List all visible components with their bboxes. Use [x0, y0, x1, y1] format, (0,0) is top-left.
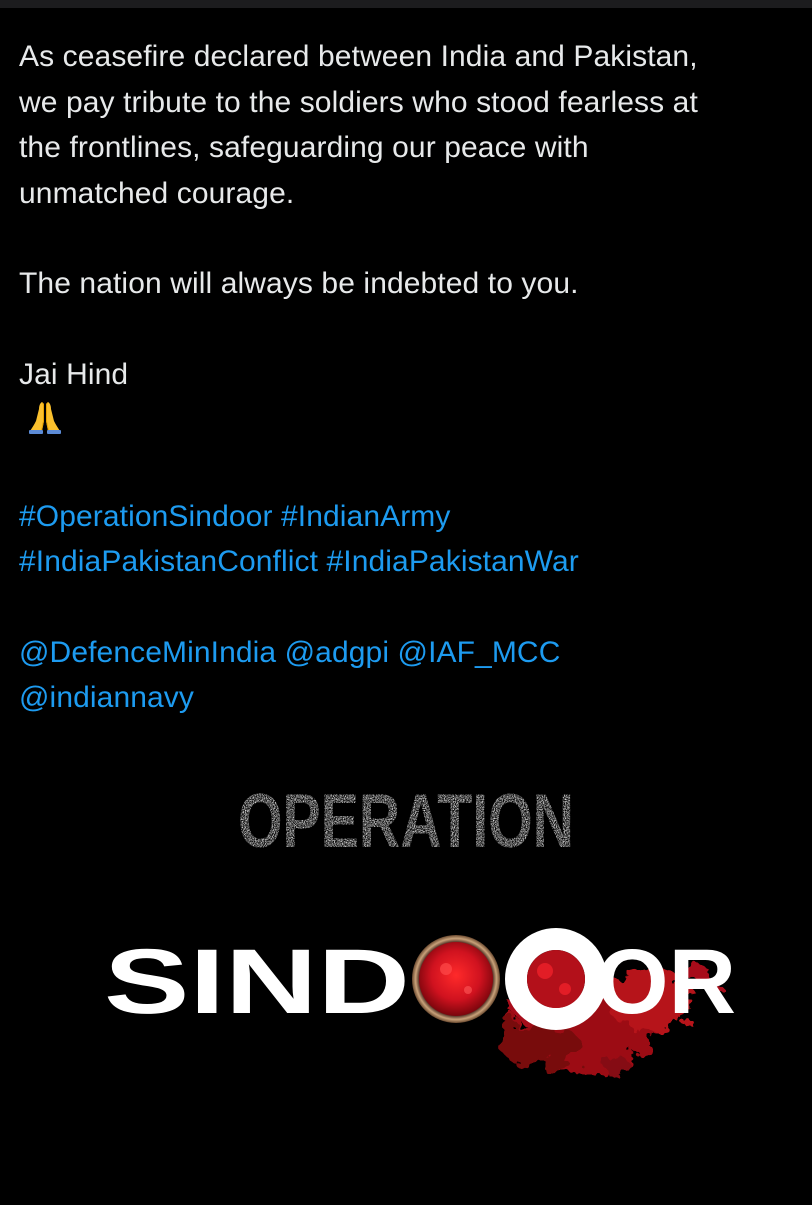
sindoor-bowl-icon	[412, 935, 500, 1023]
tweet-line: we pay tribute to the soldiers who stood…	[19, 85, 698, 119]
jai-hind-line: Jai Hind	[19, 352, 794, 398]
tweet-text: As ceasefire declared between India and …	[19, 34, 794, 721]
hashtag-link[interactable]: #IndiaPakistanConflict	[19, 545, 318, 578]
india-flag-icon	[136, 361, 172, 387]
tweet-line: As ceasefire declared between India and …	[19, 40, 698, 73]
hashtag-link[interactable]: #OperationSindoor	[19, 500, 273, 533]
tweet-line: The nation will always be indebted to yo…	[19, 267, 579, 300]
mention-link[interactable]: @DefenceMinIndia	[19, 636, 276, 669]
mention-link[interactable]: @adgpi	[285, 636, 389, 669]
poster-title-operation: OPERATION	[238, 779, 574, 864]
tweet-line: the frontlines, safeguarding our peace w…	[19, 131, 589, 164]
poster-title-sind: SIND	[104, 931, 410, 1033]
mentions-line-1: @DefenceMinIndia @adgpi @IAF_MCC	[19, 630, 794, 676]
jai-hind-text: Jai Hind	[19, 357, 129, 391]
mention-link[interactable]: @IAF_MCC	[398, 636, 561, 669]
mention-link[interactable]: @indiannavy	[19, 681, 194, 714]
poster-title-or: OR	[596, 931, 736, 1033]
top-bar	[0, 0, 812, 8]
second-o-letter	[505, 928, 607, 1030]
folded-hands-icon	[27, 399, 63, 449]
mentions-line-2: @indiannavy	[19, 675, 794, 721]
hashtags-line-2: #IndiaPakistanConflict #IndiaPakistanWar	[19, 539, 794, 585]
hashtag-link[interactable]: #IndiaPakistanWar	[326, 545, 578, 578]
tweet-line: unmatched courage.	[19, 176, 295, 210]
operation-sindoor-poster[interactable]: OPERATION SIND OR	[0, 745, 812, 1200]
hashtag-link[interactable]: #IndianArmy	[281, 500, 451, 533]
hashtags-line-1: #OperationSindoor #IndianArmy	[19, 494, 794, 540]
